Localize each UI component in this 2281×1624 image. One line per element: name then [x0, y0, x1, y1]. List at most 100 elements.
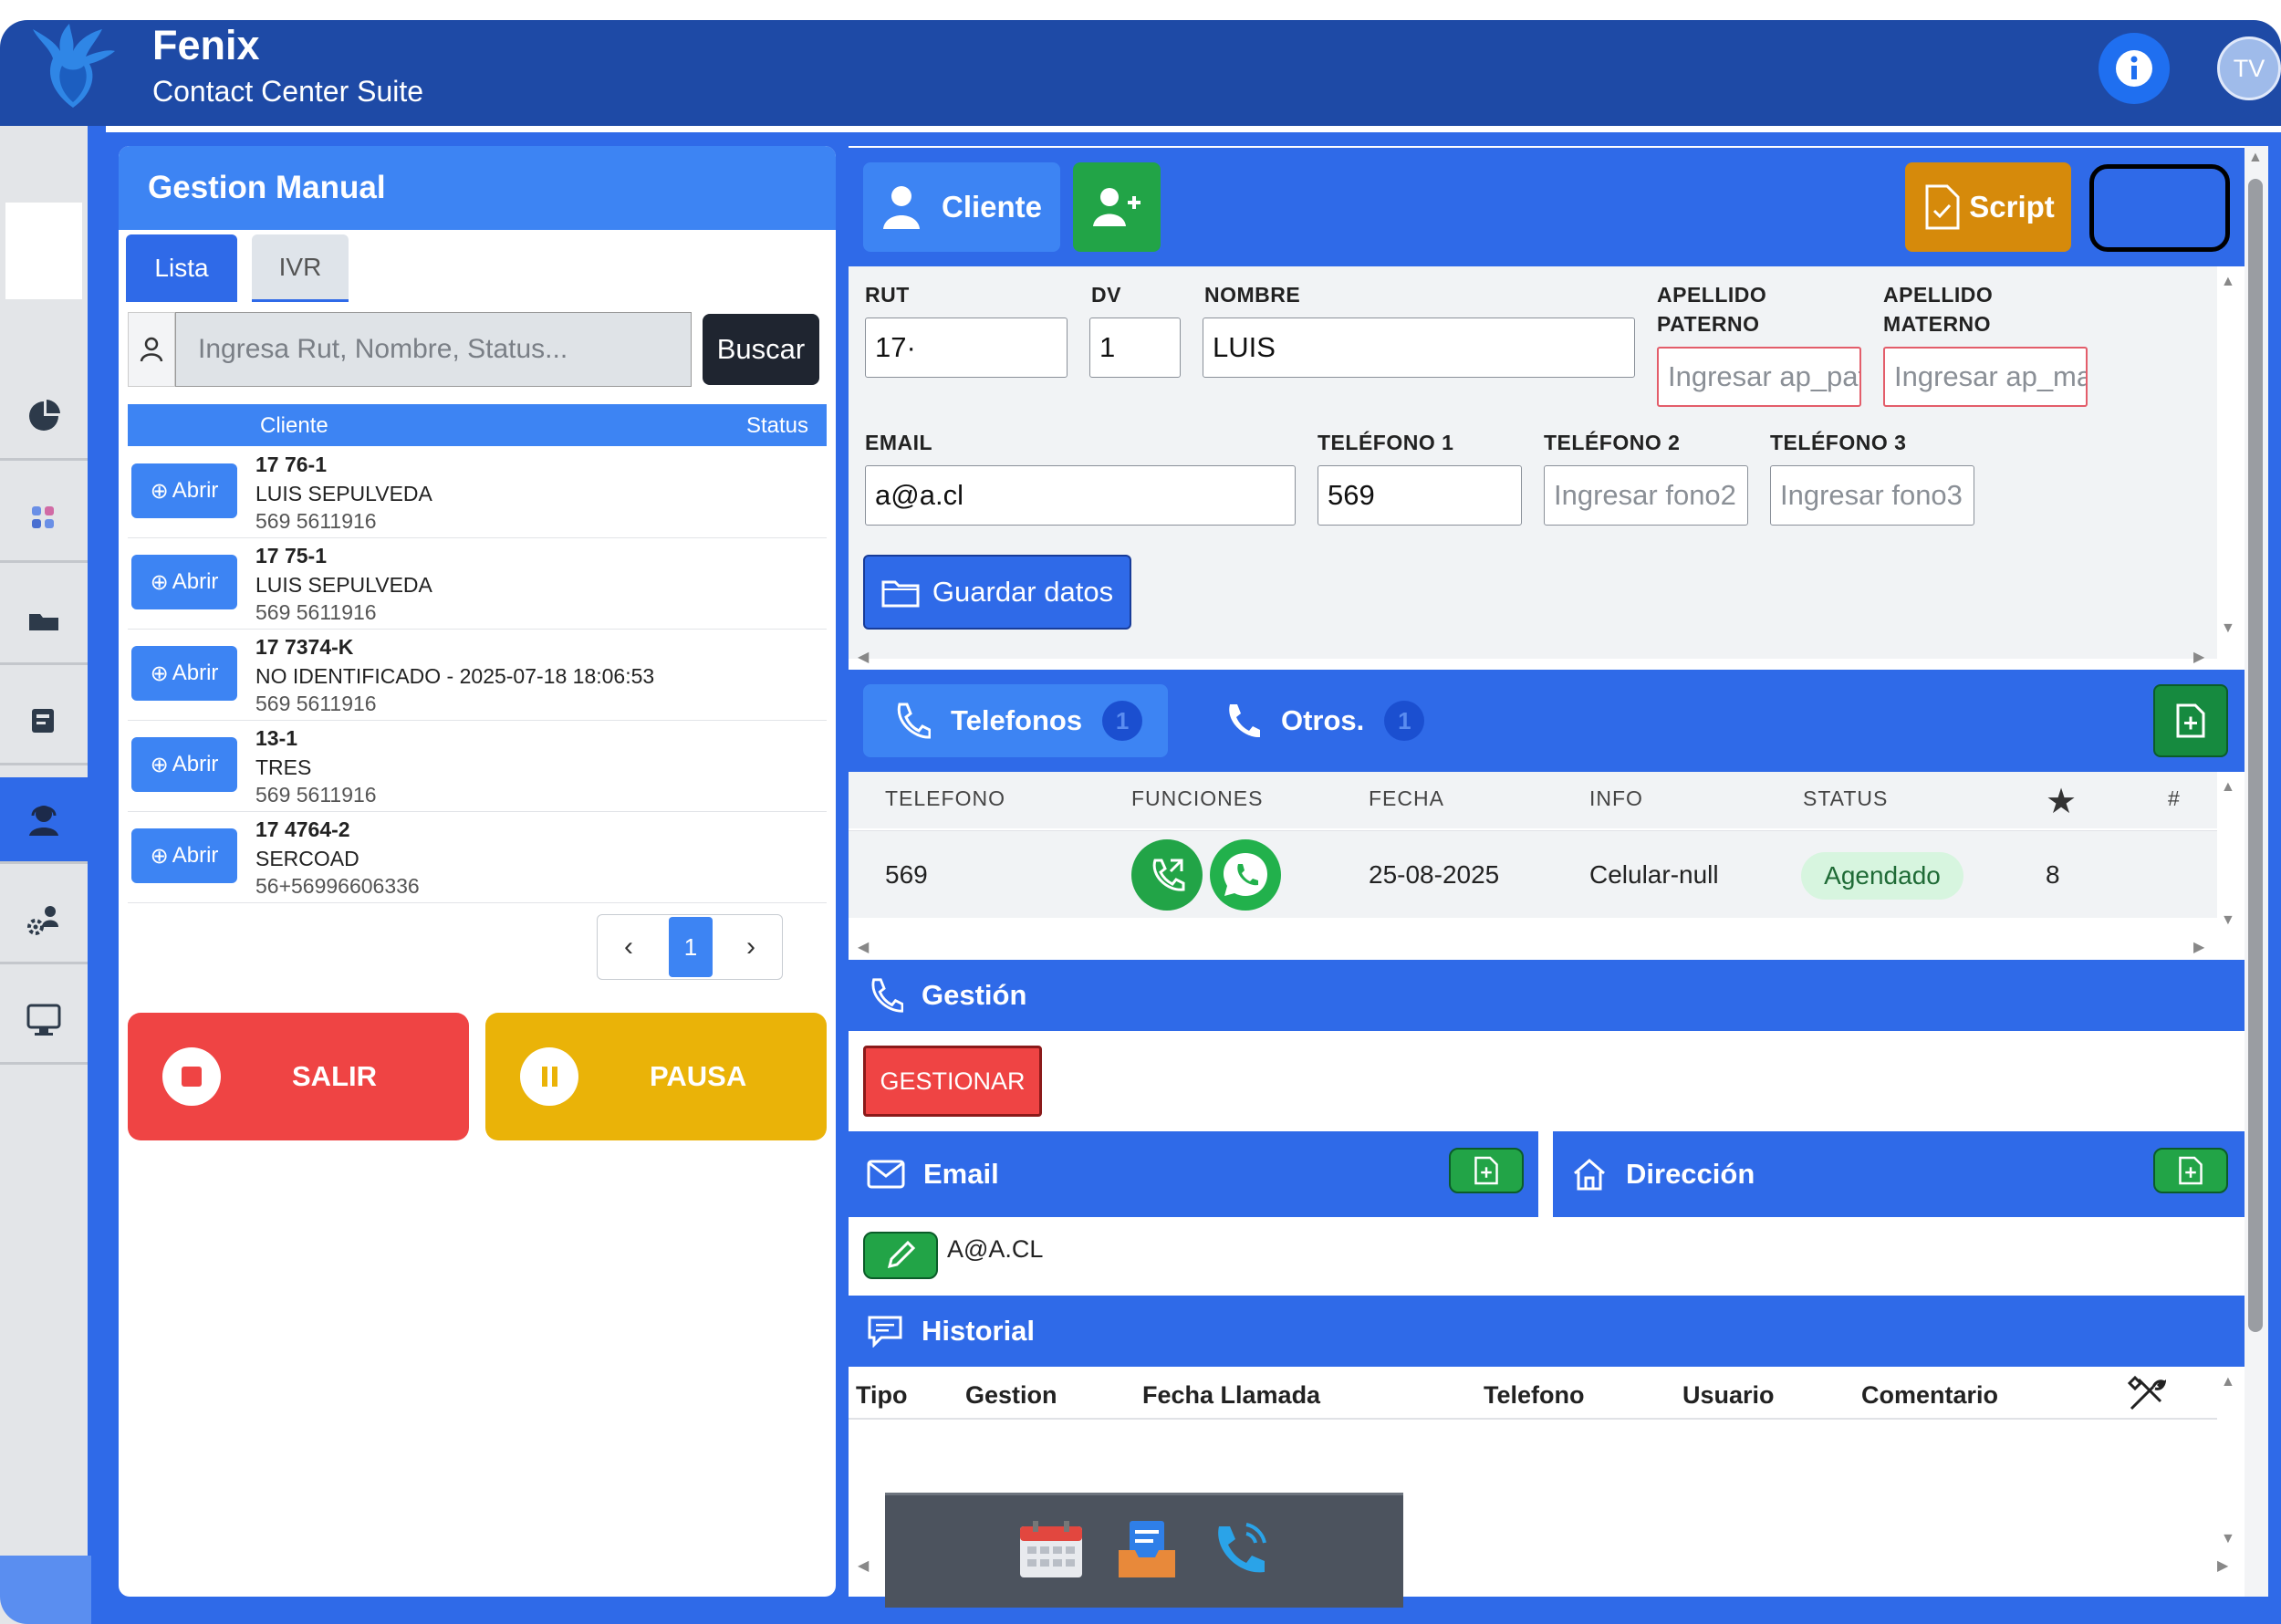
open-client-button[interactable]: ⊕ Abrir — [131, 555, 237, 609]
tab-lista[interactable]: Lista — [126, 234, 237, 302]
phone-call-icon[interactable] — [1210, 1519, 1270, 1584]
next-page-button[interactable]: › — [720, 915, 782, 979]
gestion-section-header: Gestión — [849, 960, 2245, 1031]
phone-date: 25-08-2025 — [1369, 860, 1500, 889]
inbox-icon[interactable] — [1115, 1517, 1179, 1586]
client-row: ⊕ Abrir 17 75-1 LUIS SEPULVEDA 569 561191… — [128, 538, 827, 630]
telefono-1-field[interactable] — [1318, 465, 1522, 526]
th-fecha: FECHA — [1369, 786, 1444, 810]
sidebar-item-records[interactable] — [0, 679, 88, 765]
scroll-up-arrow[interactable]: ▲ — [2221, 779, 2235, 796]
scroll-left-arrow[interactable]: ◀ — [858, 938, 869, 956]
open-client-button[interactable]: ⊕ Abrir — [131, 828, 237, 883]
blank-action-button[interactable] — [2089, 164, 2230, 252]
save-data-button[interactable]: Guardar datos — [863, 555, 1131, 630]
th-info: INFO — [1589, 786, 1643, 810]
client-list-header: Cliente Status — [128, 404, 827, 446]
scroll-down-arrow[interactable]: ▼ — [2221, 1531, 2235, 1547]
sidebar-item-folders[interactable] — [0, 578, 88, 665]
phone-icon — [897, 703, 931, 739]
telefono-3-field[interactable] — [1770, 465, 1974, 526]
open-client-button[interactable]: ⊕ Abrir — [131, 737, 237, 792]
open-client-button[interactable]: ⊕ Abrir — [131, 463, 237, 518]
label-nombre: NOMBRE — [1204, 283, 1301, 307]
dv-field[interactable] — [1089, 318, 1181, 378]
pencil-icon — [887, 1240, 916, 1269]
tab-telefonos[interactable]: Telefonos 1 — [863, 684, 1168, 757]
scroll-right-arrow[interactable]: ▶ — [2217, 1556, 2228, 1575]
current-page-button[interactable]: 1 — [669, 917, 713, 977]
apellido-paterno-field[interactable] — [1657, 347, 1861, 407]
telefonos-table-header: TELEFONO FUNCIONES FECHA INFO STATUS ★ # — [849, 772, 2217, 828]
info-button[interactable] — [2099, 33, 2170, 104]
client-name: NO IDENTIFICADO - 2025-07-18 18:06:53 — [255, 664, 655, 688]
phone-icon — [871, 978, 903, 1013]
call-button[interactable] — [1131, 839, 1203, 911]
user-plus-icon — [1093, 188, 1140, 226]
app-subtitle: Contact Center Suite — [152, 75, 424, 108]
scrollbar-thumb[interactable] — [2248, 179, 2263, 1332]
open-label: Abrir — [172, 752, 219, 776]
add-client-button[interactable] — [1073, 162, 1161, 252]
search-button[interactable]: Buscar — [703, 314, 819, 385]
scroll-down-arrow[interactable]: ▼ — [2221, 620, 2235, 637]
telefono-2-field[interactable] — [1544, 465, 1748, 526]
client-row: ⊕ Abrir 13-1 TRES 569 5611916 — [128, 721, 827, 812]
calendar-icon[interactable] — [1018, 1519, 1084, 1584]
salir-button[interactable]: SALIR — [128, 1013, 469, 1140]
user-avatar[interactable]: TV — [2217, 36, 2281, 100]
open-label: Abrir — [172, 478, 219, 503]
stop-icon — [162, 1047, 221, 1106]
client-name: TRES — [255, 755, 312, 779]
th-telefono: Telefono — [1484, 1381, 1585, 1409]
search-input[interactable] — [175, 312, 692, 387]
zoom-icon: ⊕ — [150, 569, 169, 595]
status-badge: Agendado — [1801, 852, 1963, 900]
add-email-button[interactable] — [1449, 1148, 1524, 1193]
client-row: ⊕ Abrir 17 76-1 LUIS SEPULVEDA 569 561191… — [128, 447, 827, 538]
zoom-icon: ⊕ — [150, 661, 169, 686]
add-direccion-button[interactable] — [2153, 1148, 2228, 1193]
th-comentario: Comentario — [1861, 1381, 1999, 1409]
scroll-right-arrow[interactable]: ▶ — [2193, 648, 2204, 666]
sidebar-item-monitor[interactable] — [0, 978, 88, 1065]
client-rut: 17 76-1 — [255, 453, 328, 476]
gestionar-button[interactable]: GESTIONAR — [863, 1046, 1042, 1117]
sidebar-item-team-settings[interactable] — [0, 878, 88, 964]
nombre-field[interactable] — [1203, 318, 1635, 378]
scroll-left-arrow[interactable]: ◀ — [858, 648, 869, 666]
sidebar-item-dashboard[interactable] — [0, 374, 88, 461]
file-check-icon — [1925, 184, 1960, 230]
apellido-materno-field[interactable] — [1883, 347, 2088, 407]
scroll-left-arrow[interactable]: ◀ — [858, 1556, 869, 1575]
script-label: Script — [1969, 190, 2055, 224]
pausa-button[interactable]: PAUSA — [485, 1013, 827, 1140]
rut-field[interactable] — [865, 318, 1068, 378]
sidebar-item-agent[interactable] — [0, 777, 88, 864]
tab-cliente[interactable]: Cliente — [863, 162, 1060, 252]
salir-label: SALIR — [292, 1060, 377, 1092]
scroll-up-arrow[interactable]: ▲ — [2221, 274, 2235, 290]
scroll-up-arrow[interactable]: ▲ — [2221, 1374, 2235, 1390]
tab-ivr[interactable]: IVR — [252, 234, 349, 302]
scroll-down-arrow[interactable]: ▼ — [2221, 912, 2235, 929]
scroll-right-arrow[interactable]: ▶ — [2193, 938, 2204, 956]
th-funciones: FUNCIONES — [1131, 786, 1264, 810]
script-button[interactable]: Script — [1905, 162, 2071, 252]
sidebar-item-apps[interactable] — [0, 476, 88, 563]
whatsapp-button[interactable] — [1210, 839, 1281, 911]
add-phone-button[interactable] — [2153, 684, 2228, 757]
open-label: Abrir — [172, 661, 219, 685]
open-client-button[interactable]: ⊕ Abrir — [131, 646, 237, 701]
search-prefix — [128, 312, 175, 387]
client-rut: 17 75-1 — [255, 544, 328, 567]
edit-email-button[interactable] — [863, 1232, 938, 1279]
email-field[interactable] — [865, 465, 1296, 526]
tab-otros[interactable]: Otros. 1 — [1223, 684, 1460, 757]
client-rut: 17 7374-K — [255, 635, 354, 659]
prev-page-button[interactable]: ‹ — [598, 915, 660, 979]
user-icon — [140, 337, 163, 362]
page-scroll-up-arrow[interactable]: ▲ — [2248, 150, 2263, 166]
zoom-icon: ⊕ — [150, 752, 169, 777]
file-plus-icon — [2176, 703, 2205, 738]
